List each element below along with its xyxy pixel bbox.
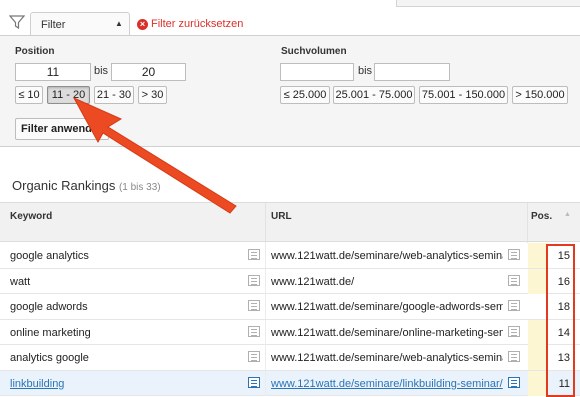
- table-row[interactable]: google analytics www.121watt.de/seminare…: [0, 243, 580, 269]
- document-icon[interactable]: [248, 274, 260, 286]
- keyword-cell: watt: [10, 275, 31, 288]
- keyword-cell: online marketing: [10, 326, 91, 339]
- column-divider: [265, 345, 266, 370]
- column-header-keyword[interactable]: Keyword: [10, 211, 52, 222]
- column-divider: [265, 294, 266, 319]
- rankings-title: Organic Rankings: [12, 178, 116, 193]
- position-to-input[interactable]: 20: [111, 63, 186, 81]
- top-right-tab[interactable]: [396, 0, 580, 7]
- position-title: Position: [15, 46, 55, 57]
- suchvolumen-to-input[interactable]: [374, 63, 450, 81]
- keyword-cell[interactable]: linkbuilding: [10, 378, 64, 390]
- document-icon[interactable]: [508, 376, 520, 388]
- url-cell[interactable]: www.121watt.de/seminare/online-marketing…: [271, 327, 503, 339]
- rankings-count: (1 bis 33): [118, 182, 161, 193]
- url-cell[interactable]: www.121watt.de/: [271, 276, 503, 288]
- document-icon[interactable]: [508, 249, 520, 260]
- rankings-table-body: google analytics www.121watt.de/seminare…: [0, 243, 580, 396]
- document-icon[interactable]: [248, 376, 260, 388]
- position-from-input[interactable]: 11: [15, 63, 91, 81]
- position-bis-label: bis: [94, 65, 109, 77]
- document-icon[interactable]: [248, 325, 260, 337]
- table-row[interactable]: google adwords www.121watt.de/seminare/g…: [0, 294, 580, 320]
- suchvolumen-chip-gt150000[interactable]: > 150.000: [512, 86, 568, 104]
- top-strip: [0, 0, 580, 8]
- document-icon[interactable]: [248, 249, 260, 260]
- filter-reset-link[interactable]: × Filter zurücksetzen: [137, 18, 243, 30]
- column-divider: [265, 203, 266, 243]
- document-icon[interactable]: [508, 274, 520, 286]
- column-header-pos[interactable]: Pos.: [531, 211, 552, 222]
- table-row-highlighted[interactable]: linkbuilding www.121watt.de/seminare/lin…: [0, 370, 580, 396]
- suchvolumen-bis-label: bis: [358, 65, 373, 77]
- pos-highlight: [528, 243, 548, 268]
- filter-reset-label: Filter zurücksetzen: [151, 18, 244, 30]
- filter-dropdown-label: Filter: [41, 19, 66, 31]
- suchvolumen-chip-25001-75000[interactable]: 25.001 - 75.000: [333, 86, 415, 104]
- column-divider: [265, 319, 266, 345]
- pos-highlight: [528, 268, 548, 294]
- pos-highlight: [528, 345, 548, 370]
- funnel-icon: [9, 15, 25, 30]
- url-cell[interactable]: www.121watt.de/seminare/linkbuilding-sem…: [271, 378, 503, 390]
- position-chip-gt30[interactable]: > 30: [138, 86, 167, 104]
- url-cell[interactable]: www.121watt.de/seminare/web-analytics-se…: [271, 352, 503, 364]
- column-divider: [265, 370, 266, 396]
- column-divider: [527, 203, 528, 243]
- column-divider: [265, 243, 266, 268]
- url-cell[interactable]: www.121watt.de/seminare/google-adwords-s…: [271, 301, 503, 313]
- filter-panel: Position 11 bis 20 ≤ 10 11 - 20 21 - 30 …: [0, 35, 580, 147]
- table-row[interactable]: watt www.121watt.de/ 16: [0, 268, 580, 294]
- document-icon[interactable]: [248, 351, 260, 362]
- pos-highlight: [528, 370, 548, 396]
- filter-header: Filter ▲ × Filter zurücksetzen: [0, 8, 580, 40]
- table-row[interactable]: online marketing www.121watt.de/seminare…: [0, 319, 580, 345]
- pos-highlight: [528, 319, 548, 345]
- caret-up-icon: ▲: [115, 19, 123, 28]
- suchvolumen-chip-75001-150000[interactable]: 75.001 - 150.000: [419, 86, 508, 104]
- sort-up-icon[interactable]: ▲: [564, 211, 571, 218]
- keyword-cell: google analytics: [10, 250, 89, 262]
- table-header: Keyword URL Pos. ▲: [0, 202, 580, 243]
- apply-filter-button[interactable]: Filter anwenden: [15, 118, 109, 140]
- position-chip-le10[interactable]: ≤ 10: [15, 86, 43, 104]
- column-header-url[interactable]: URL: [271, 211, 292, 222]
- position-highlight-box: [546, 244, 575, 397]
- column-divider: [265, 268, 266, 294]
- close-circle-icon: ×: [137, 18, 148, 30]
- keyword-cell: google adwords: [10, 301, 88, 313]
- document-icon[interactable]: [508, 300, 520, 311]
- suchvolumen-from-input[interactable]: [280, 63, 354, 81]
- suchvolumen-title: Suchvolumen: [281, 46, 347, 57]
- url-cell[interactable]: www.121watt.de/seminare/web-analytics-se…: [271, 250, 503, 262]
- document-icon[interactable]: [248, 300, 260, 311]
- keyword-cell: analytics google: [10, 352, 89, 364]
- suchvolumen-chip-le25000[interactable]: ≤ 25.000: [280, 86, 330, 104]
- rankings-title-block: Organic Rankings (1 bis 33): [12, 178, 161, 193]
- position-chip-11-20[interactable]: 11 - 20: [47, 86, 90, 104]
- table-row[interactable]: analytics google www.121watt.de/seminare…: [0, 345, 580, 371]
- document-icon[interactable]: [508, 325, 520, 337]
- position-chip-21-30[interactable]: 21 - 30: [94, 86, 134, 104]
- document-icon[interactable]: [508, 351, 520, 362]
